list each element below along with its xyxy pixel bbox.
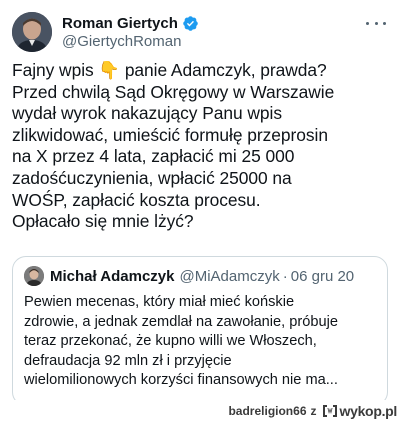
avatar-photo-icon xyxy=(12,12,52,52)
wykop-logo-icon[interactable] xyxy=(321,404,339,418)
quoted-tweet-text: Pewien mecenas, który miał mieć końskie … xyxy=(24,294,338,389)
quoted-tweet[interactable]: Michał Adamczyk @MiAdamczyk · 06 gru 20 … xyxy=(12,256,388,406)
tweet-text: Fajny wpis 👇 panie Adamczyk, prawda? Prz… xyxy=(12,60,335,232)
tweet-card[interactable]: Roman Giertych @GiertychRoman Fajny wpis… xyxy=(0,0,400,406)
author-display-name[interactable]: Roman Giertych xyxy=(62,15,178,32)
more-options-icon[interactable] xyxy=(366,16,386,30)
attribution-bar: badreligion66 z wykop.pl xyxy=(0,400,400,421)
author-avatar[interactable] xyxy=(12,12,52,52)
quoted-author-display-name[interactable]: Michał Adamczyk xyxy=(50,268,175,285)
quoted-tweet-header: Michał Adamczyk @MiAdamczyk · 06 gru 20 xyxy=(24,266,354,286)
attribution-separator: z xyxy=(310,404,317,418)
tweet-header: Roman Giertych @GiertychRoman xyxy=(12,12,388,52)
quoted-author-avatar[interactable] xyxy=(24,266,44,286)
quoted-date[interactable]: 06 gru 20 xyxy=(291,268,354,285)
quoted-author-handle[interactable]: @MiAdamczyk xyxy=(180,268,280,285)
attribution: badreligion66 z wykop.pl xyxy=(228,402,397,420)
author-handle[interactable]: @GiertychRoman xyxy=(62,33,181,50)
wykop-site-name: wykop.pl xyxy=(339,403,398,419)
quoted-separator: · xyxy=(282,267,288,285)
author-name-row: Roman Giertych xyxy=(62,13,199,33)
verified-badge-icon xyxy=(182,15,199,32)
quoted-avatar-photo-icon xyxy=(24,266,44,286)
attribution-user[interactable]: badreligion66 xyxy=(228,404,306,418)
